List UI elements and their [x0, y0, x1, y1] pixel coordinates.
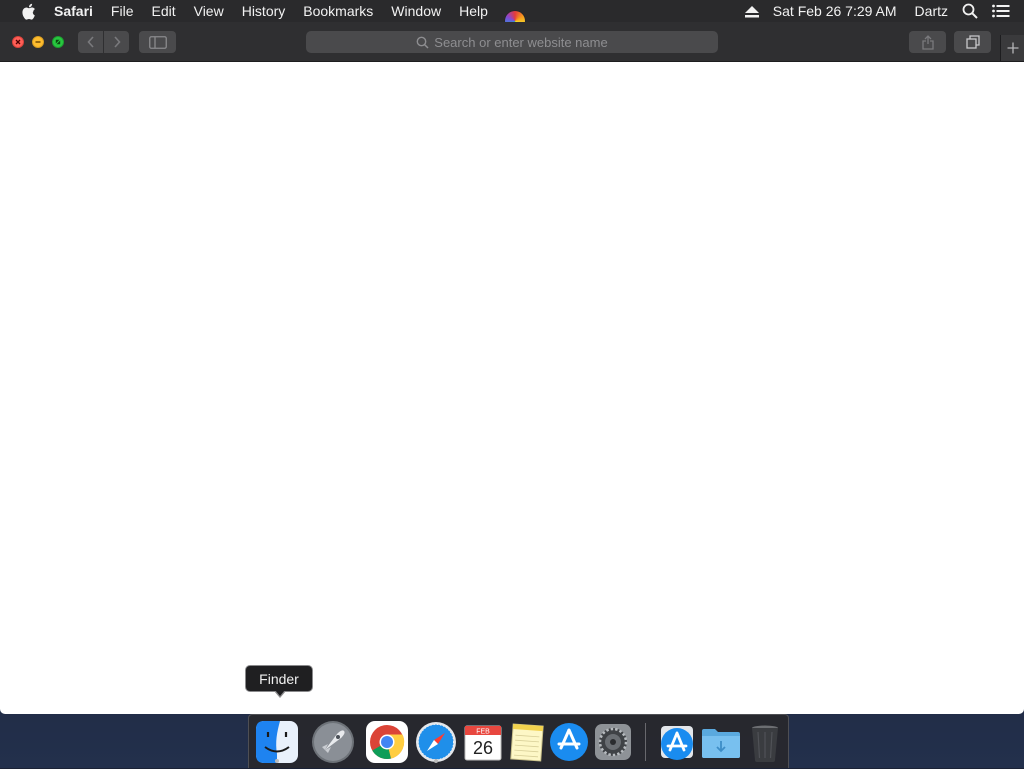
window-minimize-button[interactable] — [32, 36, 44, 48]
dock-app-store[interactable] — [547, 720, 591, 764]
dock-safari[interactable] — [414, 720, 458, 764]
dock-trash[interactable] — [743, 720, 787, 764]
dock-google-chrome[interactable] — [365, 720, 409, 764]
share-icon — [921, 34, 934, 50]
dock-downloads-stack[interactable] — [655, 720, 699, 764]
sidebar-icon — [148, 35, 167, 49]
plus-icon — [1007, 42, 1019, 54]
eject-icon[interactable] — [744, 5, 759, 18]
show-sidebar-button[interactable] — [139, 31, 176, 53]
web-content-area[interactable] — [0, 62, 1024, 714]
back-button[interactable] — [78, 31, 103, 53]
calendar-day-text: 26 — [473, 738, 493, 758]
chevron-left-icon — [86, 36, 94, 48]
search-icon — [416, 36, 429, 49]
dock-notes[interactable] — [505, 720, 549, 764]
menu-safari[interactable]: Safari — [52, 0, 102, 22]
gear-icon — [595, 724, 631, 760]
show-all-tabs-button[interactable] — [954, 31, 991, 53]
safari-toolbar: Search or enter website name — [0, 22, 1024, 62]
dock: FEB 26 — [248, 714, 789, 768]
dock-tooltip: Finder — [245, 665, 313, 698]
launchpad-rocket-icon — [312, 721, 354, 763]
menu-bookmarks[interactable]: Bookmarks — [294, 0, 382, 22]
dock-system-preferences[interactable] — [591, 720, 635, 764]
notification-center-icon[interactable] — [992, 4, 1010, 18]
folder-icon — [702, 729, 740, 758]
calendar-month-text: FEB — [476, 729, 490, 736]
navigation-buttons — [78, 31, 129, 53]
chrome-icon — [366, 721, 408, 763]
running-indicator — [275, 759, 279, 763]
dock-documents-folder[interactable] — [699, 720, 743, 764]
downloads-stack-icon — [661, 726, 693, 760]
menu-file[interactable]: File — [102, 0, 143, 22]
safari-compass-icon — [416, 722, 456, 762]
menu-view[interactable]: View — [185, 0, 233, 22]
tabs-overview-icon — [965, 35, 980, 49]
calendar-icon: FEB 26 — [464, 725, 502, 761]
running-indicator — [434, 759, 438, 763]
address-placeholder: Search or enter website name — [434, 34, 608, 50]
menu-edit[interactable]: Edit — [142, 0, 184, 22]
apple-menu-icon[interactable] — [20, 3, 38, 20]
menu-bar-clock[interactable]: Sat Feb 26 7:29 AM — [773, 3, 897, 19]
trash-icon — [752, 725, 778, 762]
dock-calendar[interactable]: FEB 26 — [461, 720, 505, 764]
dock-separator — [645, 723, 646, 761]
window-fullscreen-button[interactable] — [52, 36, 64, 48]
finder-icon — [256, 721, 298, 763]
forward-button[interactable] — [104, 31, 129, 53]
menu-bar-user[interactable]: Dartz — [915, 3, 948, 19]
address-search-field[interactable]: Search or enter website name — [306, 31, 718, 53]
share-button[interactable] — [909, 31, 946, 53]
menu-bar-status-area: Sat Feb 26 7:29 AM Dartz — [744, 0, 1024, 22]
menu-window[interactable]: Window — [382, 0, 450, 22]
menu-help[interactable]: Help — [450, 0, 497, 22]
menu-history[interactable]: History — [233, 0, 295, 22]
new-tab-button[interactable] — [1000, 35, 1024, 61]
dock-launchpad[interactable] — [311, 720, 355, 764]
window-close-button[interactable] — [12, 36, 24, 48]
spotlight-search-icon[interactable] — [962, 3, 978, 19]
dock-finder[interactable] — [255, 720, 299, 764]
dock-tooltip-label: Finder — [259, 670, 299, 687]
chevron-right-icon — [113, 36, 121, 48]
notes-icon — [510, 723, 544, 762]
app-store-icon — [550, 723, 588, 761]
